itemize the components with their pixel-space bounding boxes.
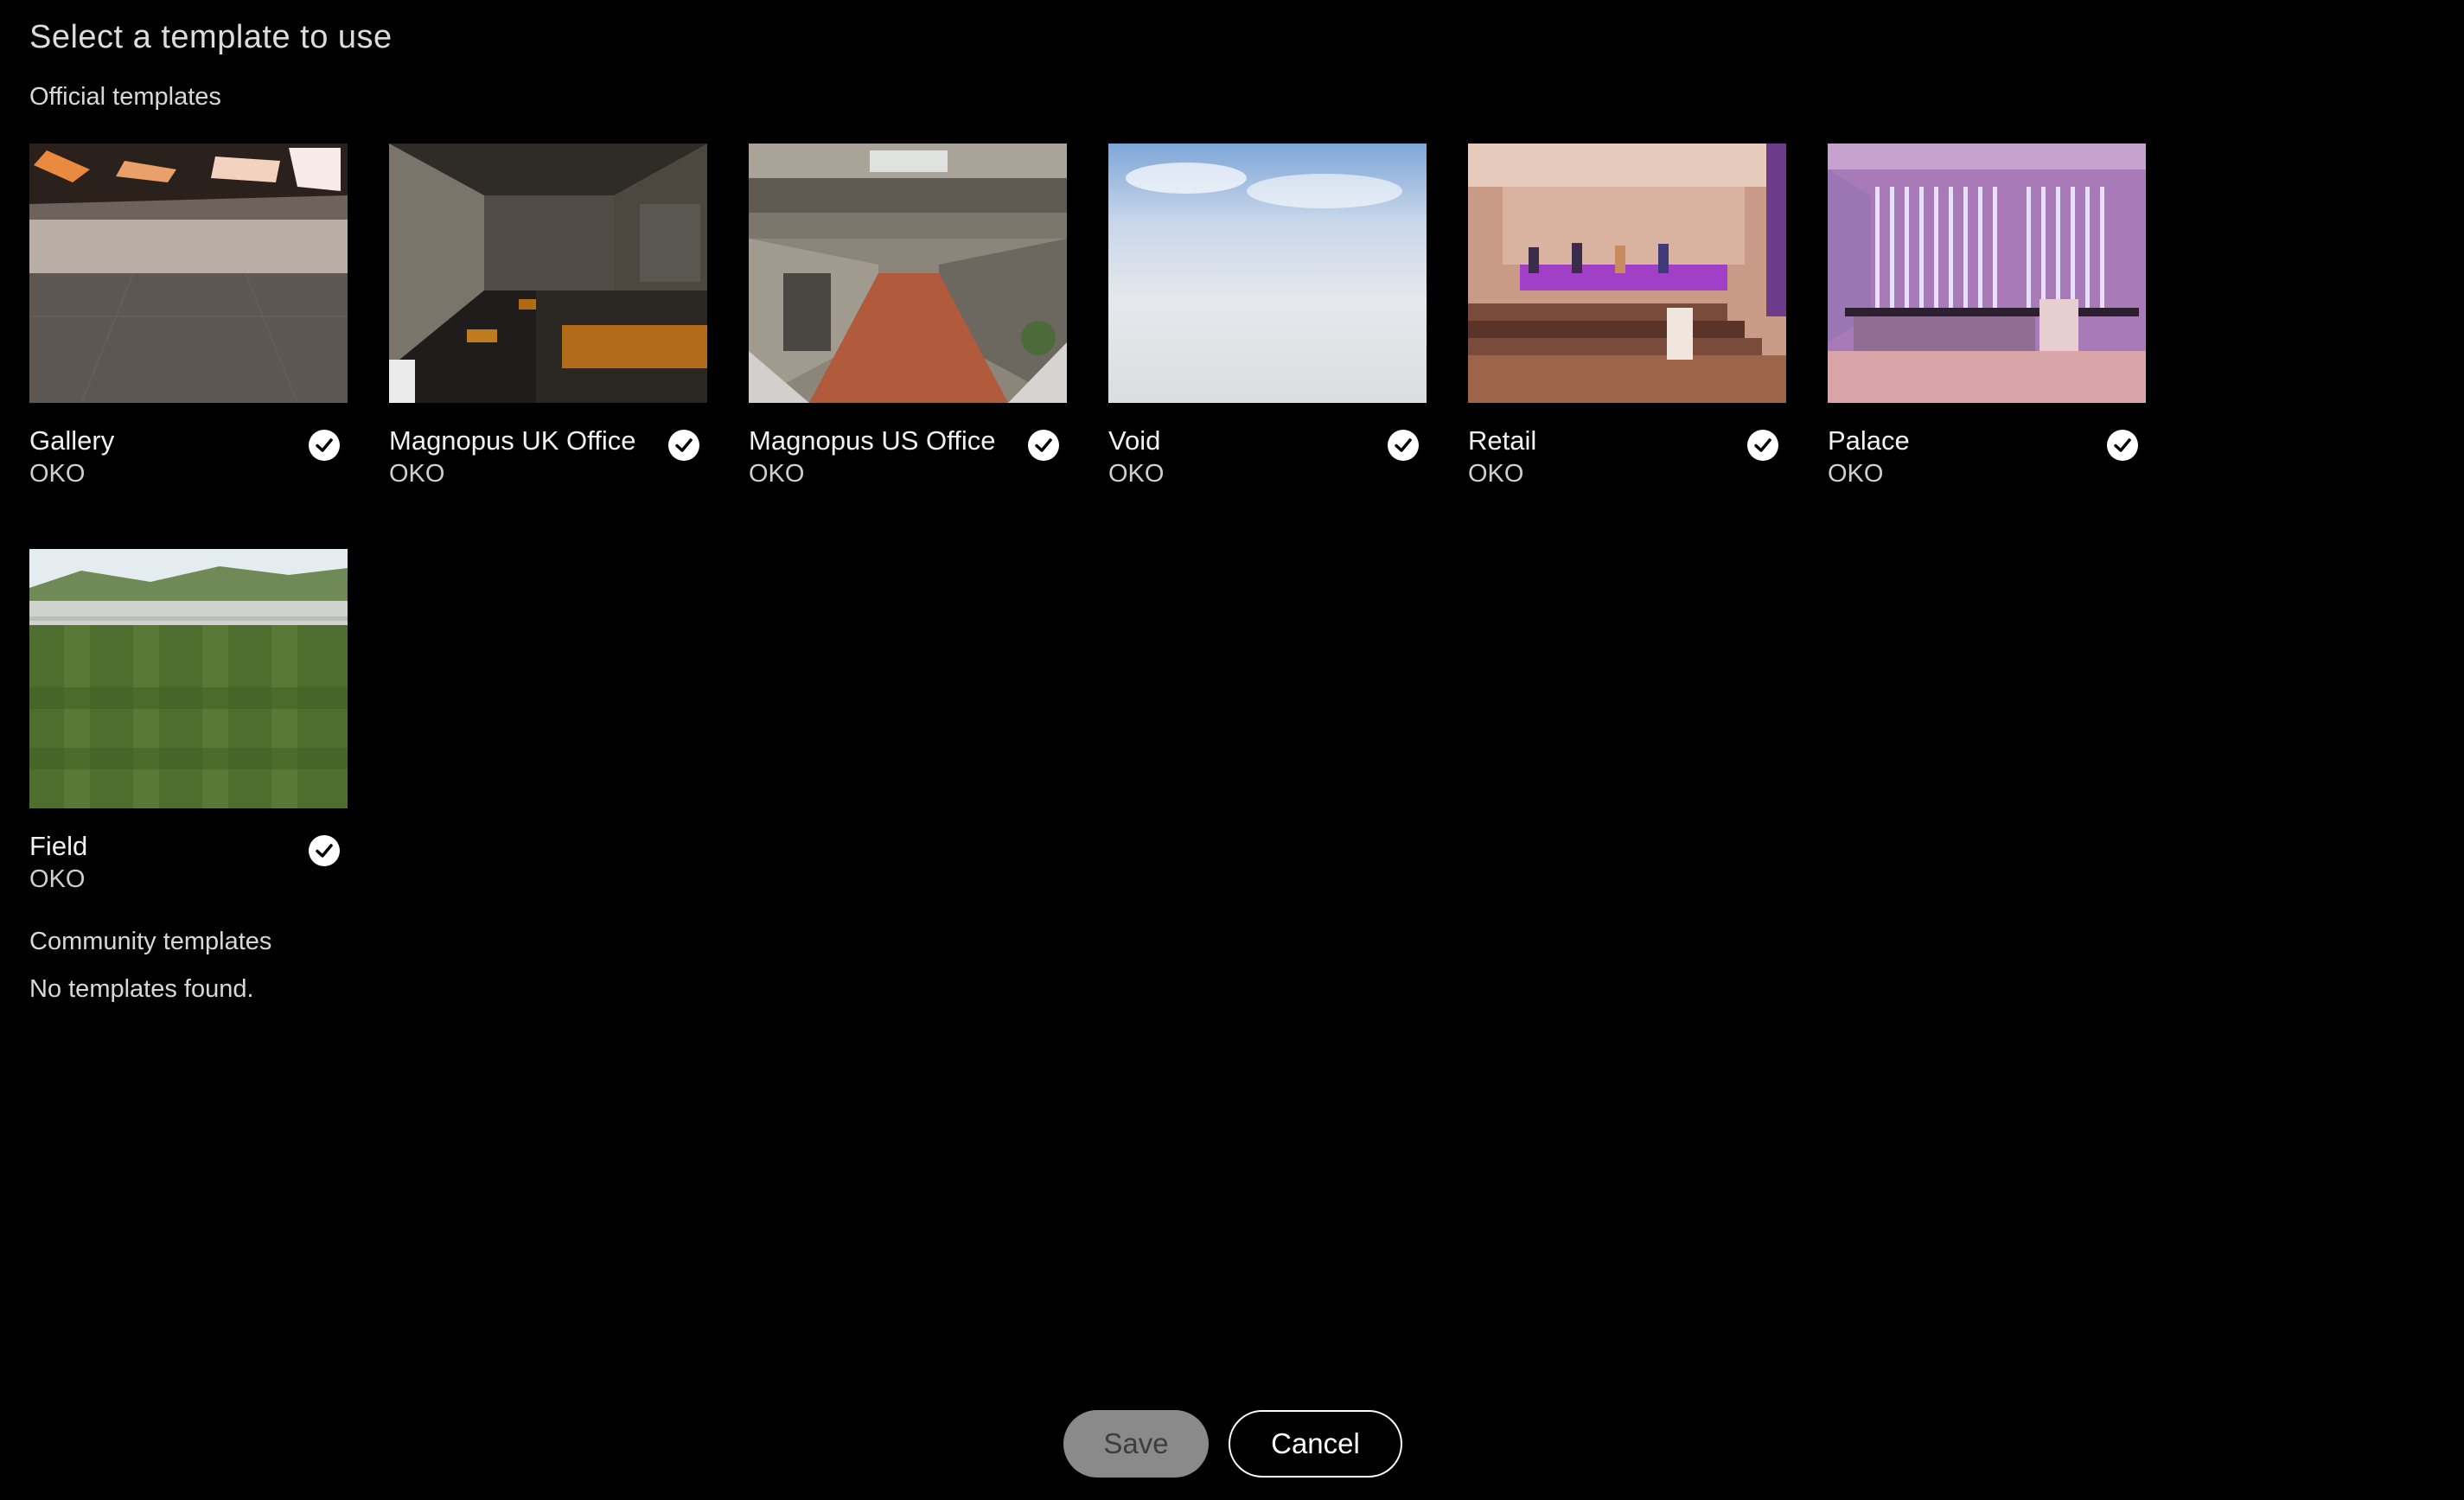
- verified-badge-icon: [1746, 429, 1779, 462]
- gallery-thumbnail: [29, 144, 348, 403]
- verified-badge-icon: [1027, 429, 1060, 462]
- template-author: OKO: [389, 460, 445, 488]
- template-card-palace[interactable]: Palace OKO: [1828, 144, 2146, 507]
- template-author: OKO: [29, 865, 86, 893]
- template-name: Gallery: [29, 425, 115, 456]
- community-templates-heading: Community templates: [29, 928, 272, 955]
- verified-badge-icon: [2106, 429, 2139, 462]
- template-card-retail[interactable]: Retail OKO: [1468, 144, 1786, 507]
- template-author: OKO: [1108, 460, 1165, 488]
- verified-badge-icon: [667, 429, 700, 462]
- template-card-magnopus-us-office[interactable]: Magnopus US Office OKO: [749, 144, 1067, 507]
- field-thumbnail: [29, 549, 348, 808]
- template-author: OKO: [29, 460, 86, 488]
- save-button[interactable]: Save: [1063, 1410, 1209, 1478]
- void-thumbnail: [1108, 144, 1427, 403]
- template-author: OKO: [749, 460, 805, 488]
- template-name: Magnopus UK Office: [389, 425, 636, 456]
- retail-thumbnail: [1468, 144, 1786, 403]
- empty-state-message: No templates found.: [29, 975, 254, 1003]
- template-name: Magnopus US Office: [749, 425, 996, 456]
- template-card-gallery[interactable]: Gallery OKO: [29, 144, 348, 507]
- template-card-magnopus-uk-office[interactable]: Magnopus UK Office OKO: [389, 144, 707, 507]
- template-name: Palace: [1828, 425, 1910, 456]
- template-author: OKO: [1468, 460, 1524, 488]
- magnopus-uk-office-thumbnail: [389, 144, 707, 403]
- magnopus-us-office-thumbnail: [749, 144, 1067, 403]
- template-author: OKO: [1828, 460, 1884, 488]
- official-templates-heading: Official templates: [29, 83, 221, 111]
- template-name: Void: [1108, 425, 1161, 456]
- verified-badge-icon: [308, 429, 341, 462]
- template-picker-page: Select a template to use Official templa…: [0, 0, 2464, 1500]
- template-name: Field: [29, 831, 88, 861]
- template-card-void[interactable]: Void OKO: [1108, 144, 1427, 507]
- verified-badge-icon: [1387, 429, 1420, 462]
- template-name: Retail: [1468, 425, 1537, 456]
- palace-thumbnail: [1828, 144, 2146, 403]
- page-title: Select a template to use: [29, 19, 393, 55]
- template-card-field[interactable]: Field OKO: [29, 549, 348, 912]
- verified-badge-icon: [308, 834, 341, 867]
- cancel-button[interactable]: Cancel: [1229, 1410, 1402, 1478]
